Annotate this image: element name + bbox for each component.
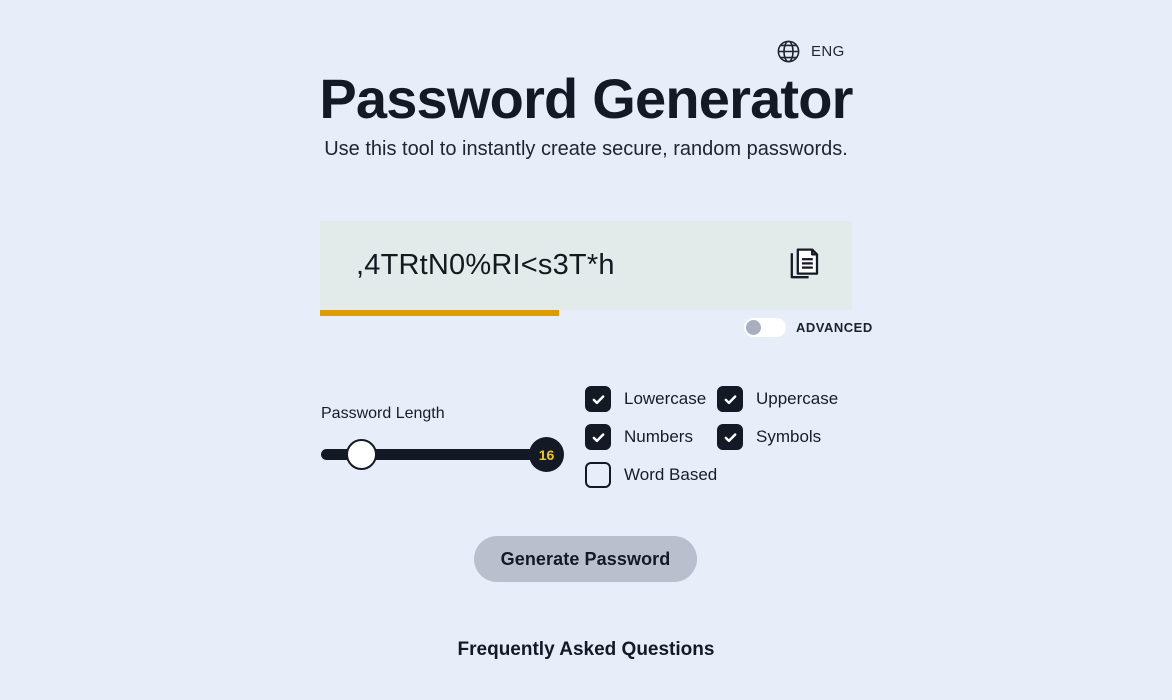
advanced-toggle-track[interactable]	[744, 318, 786, 337]
option-label-numbers: Numbers	[624, 427, 693, 446]
language-selector[interactable]: ENG	[775, 38, 845, 65]
option-label-uppercase: Uppercase	[756, 389, 839, 408]
checkbox-symbols[interactable]	[717, 424, 743, 450]
character-options: Lowercase Uppercase Numbers Symbols Word…	[585, 386, 838, 488]
generated-password-text: ,4TRtN0%RI<s3T*h	[356, 249, 615, 281]
copy-password-button[interactable]	[788, 246, 822, 285]
generate-password-button[interactable]: Generate Password	[474, 536, 697, 582]
slider-value-badge: 16	[529, 437, 564, 472]
checkbox-word-based[interactable]	[585, 462, 611, 488]
password-strength-fill	[320, 310, 560, 316]
option-numbers[interactable]: Numbers	[585, 424, 717, 450]
page-title: Password Generator	[319, 67, 853, 130]
slider-track-area[interactable]: 16	[321, 436, 564, 472]
copy-icon	[788, 246, 822, 285]
option-label-word-based: Word Based	[624, 465, 718, 484]
option-uppercase[interactable]: Uppercase	[717, 386, 838, 412]
option-word-based[interactable]: Word Based	[585, 462, 717, 488]
advanced-toggle[interactable]: ADVANCED	[744, 318, 873, 337]
faq-heading: Frequently Asked Questions	[457, 639, 715, 660]
language-label: ENG	[811, 43, 845, 60]
advanced-toggle-label: ADVANCED	[796, 320, 873, 335]
advanced-toggle-knob	[746, 320, 761, 335]
option-lowercase[interactable]: Lowercase	[585, 386, 717, 412]
password-length-slider: Password Length 16	[321, 405, 564, 472]
checkbox-numbers[interactable]	[585, 424, 611, 450]
globe-icon	[775, 38, 802, 65]
option-label-lowercase: Lowercase	[624, 389, 707, 408]
slider-thumb[interactable]	[346, 439, 377, 470]
password-generator-page: ENG Password Generator Use this tool to …	[0, 0, 1172, 700]
checkbox-uppercase[interactable]	[717, 386, 743, 412]
password-strength-bar	[320, 310, 852, 316]
option-symbols[interactable]: Symbols	[717, 424, 838, 450]
page-subtitle: Use this tool to instantly create secure…	[324, 138, 848, 160]
checkbox-lowercase[interactable]	[585, 386, 611, 412]
password-length-label: Password Length	[321, 405, 445, 422]
password-display-box[interactable]: ,4TRtN0%RI<s3T*h	[320, 221, 852, 310]
option-label-symbols: Symbols	[756, 427, 822, 446]
